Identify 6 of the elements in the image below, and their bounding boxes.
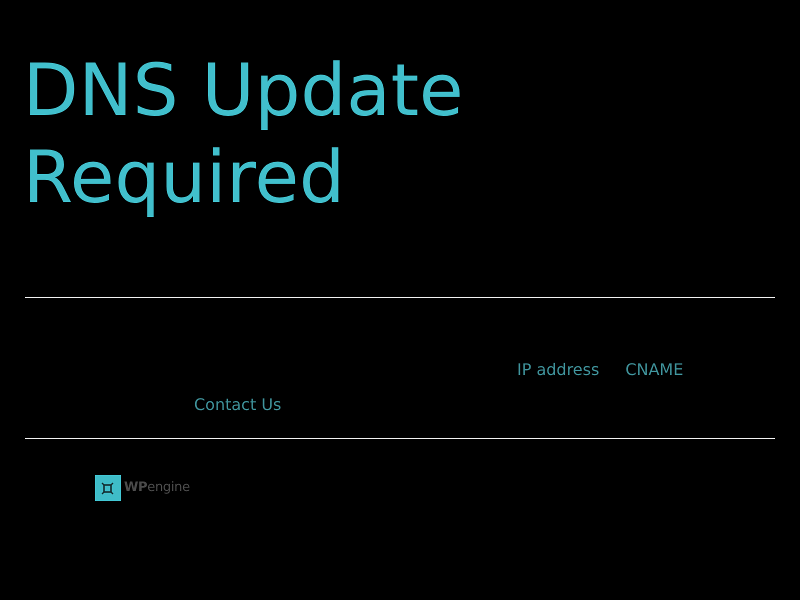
text-link[interactable]: IP address — [517, 360, 600, 380]
text-link[interactable]: CNAME — [625, 360, 684, 380]
text-link[interactable]: Contact Us — [194, 394, 282, 415]
page-heading: DNS Update Required — [23, 47, 465, 221]
brand-name: WPengine — [124, 480, 190, 496]
logo-icon — [95, 475, 121, 501]
